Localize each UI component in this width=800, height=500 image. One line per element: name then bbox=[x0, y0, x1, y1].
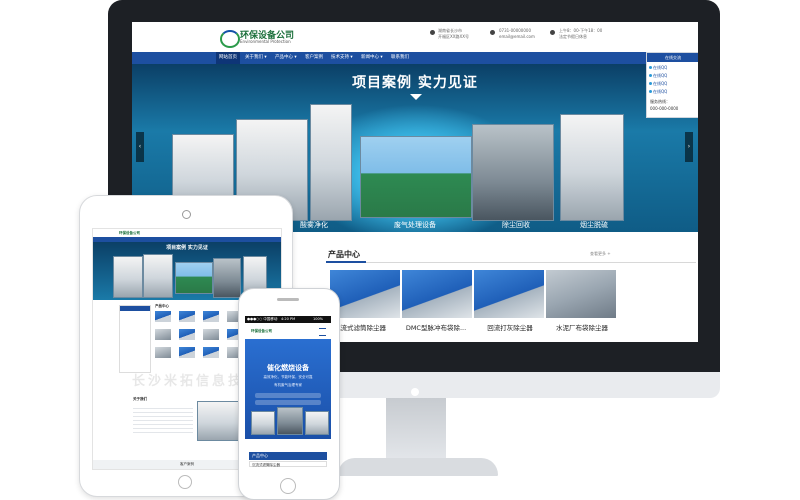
phone-product-row[interactable]: 沉流式滤筒除尘器 bbox=[249, 461, 327, 467]
tablet-camera bbox=[182, 210, 191, 219]
phone-logo[interactable]: 环保设备公司 bbox=[251, 329, 272, 334]
tablet-product-thumb[interactable] bbox=[179, 311, 195, 322]
product-image-4[interactable] bbox=[546, 270, 616, 318]
phone-hero-photo bbox=[251, 411, 275, 435]
hero-caption-4: 烟尘脱硫 bbox=[580, 221, 608, 229]
tablet-hero-photo bbox=[143, 254, 173, 298]
tablet-product-thumb[interactable] bbox=[203, 347, 219, 358]
tablet-product-thumb[interactable] bbox=[203, 311, 219, 322]
tablet-hero-photo bbox=[213, 258, 241, 298]
logo-subtext: Environmental Protection bbox=[240, 39, 291, 44]
location-icon bbox=[430, 30, 435, 35]
tablet-product-thumb[interactable] bbox=[155, 329, 171, 340]
tablet-product-thumb[interactable] bbox=[155, 311, 171, 322]
nav-support[interactable]: 技术支持 ▾ bbox=[328, 52, 356, 64]
service-hotline: 000-000-0000 bbox=[650, 106, 679, 111]
product-name-4[interactable]: 水泥厂布袋除尘器 bbox=[542, 322, 622, 332]
hero-photo-column bbox=[310, 104, 352, 221]
hero-photo-desulfurizer bbox=[560, 114, 624, 221]
service-qq-4[interactable]: 在线QQ bbox=[653, 89, 667, 95]
header-hours-line2: 法定节假日休息 bbox=[559, 34, 587, 39]
service-hotline-label: 服务热线： bbox=[650, 99, 670, 104]
tablet-hero-photo bbox=[113, 256, 143, 298]
site-header: 环保设备公司 Environmental Protection 湖南省长沙市 开… bbox=[132, 22, 698, 52]
qq-icon bbox=[649, 74, 652, 77]
tablet-product-thumb[interactable] bbox=[179, 329, 195, 340]
header-email[interactable]: email@email.com bbox=[499, 34, 535, 40]
menu-icon[interactable] bbox=[319, 328, 326, 336]
tablet-product-thumb[interactable] bbox=[179, 347, 195, 358]
tablet-about-title: 关于我们 bbox=[133, 397, 147, 401]
main-nav: 网站首页 关于我们 ▾ 产品中心 ▾ 客户案例 技术支持 ▾ 新闻中心 ▾ 联系… bbox=[132, 52, 698, 64]
product-center-title: 产品中心 bbox=[328, 250, 360, 259]
phone-carrier: ●●●○○ 中国移动 bbox=[247, 317, 278, 321]
hero-next-button[interactable]: › bbox=[685, 132, 693, 162]
phone-time: 4:20 PM bbox=[281, 317, 296, 321]
section-divider bbox=[326, 262, 696, 263]
calendar-icon bbox=[550, 30, 555, 35]
tablet-about-text bbox=[133, 405, 193, 435]
phone-hero-bar bbox=[255, 393, 321, 398]
service-title: 在线交流 bbox=[647, 53, 698, 62]
phone-product-header[interactable]: 产品中心 bbox=[249, 452, 327, 460]
nav-about[interactable]: 关于我们 ▾ bbox=[242, 52, 270, 64]
phone-hero-photo bbox=[277, 407, 303, 435]
phone-speaker bbox=[277, 298, 299, 301]
nav-products[interactable]: 产品中心 ▾ bbox=[272, 52, 300, 64]
tablet-product-thumb[interactable] bbox=[203, 329, 219, 340]
tablet-header: 环保设备公司 bbox=[93, 229, 281, 237]
phone-hero-bar bbox=[255, 400, 321, 405]
product-image-3[interactable] bbox=[474, 270, 544, 318]
phone-icon bbox=[490, 30, 495, 35]
monitor-stand-neck bbox=[386, 398, 446, 460]
nav-cases[interactable]: 客户案例 bbox=[302, 52, 326, 64]
product-image-1[interactable] bbox=[330, 270, 400, 318]
tablet-hero-title: 项目案例 实力见证 bbox=[166, 245, 208, 251]
qq-icon bbox=[649, 66, 652, 69]
qq-icon bbox=[649, 90, 652, 93]
tablet-sidebar bbox=[119, 305, 151, 373]
section-divider-accent bbox=[326, 261, 366, 263]
nav-home[interactable]: 网站首页 bbox=[216, 52, 240, 64]
hero-photo-cyclones bbox=[360, 136, 472, 218]
hero-prev-button[interactable]: ‹ bbox=[136, 132, 144, 162]
nav-contact[interactable]: 联系我们 bbox=[388, 52, 412, 64]
phone-battery: 100% bbox=[313, 317, 324, 321]
product-image-2[interactable] bbox=[402, 270, 472, 318]
hero-title: 项目案例 实力见证 bbox=[352, 75, 478, 91]
phone-header: 环保设备公司 bbox=[245, 323, 331, 339]
product-name-2[interactable]: DMC型脉冲布袋除... bbox=[396, 322, 476, 332]
phone-hero-subtitle: 高效净化，节能环保，安全可靠 bbox=[263, 375, 313, 379]
tablet-section-title: 产品中心 bbox=[155, 304, 169, 308]
monitor-power-light bbox=[411, 388, 419, 396]
hero-caption-1: 酸雾净化 bbox=[300, 221, 328, 229]
header-address-line2: 开福区XX路XX号 bbox=[438, 34, 469, 39]
logo-icon[interactable] bbox=[220, 30, 240, 48]
service-qq-3[interactable]: 在线QQ bbox=[653, 81, 667, 87]
phone-hero-photo bbox=[305, 411, 329, 435]
phone-hero[interactable]: 催化燃烧设备 高效净化，节能环保，安全可靠 有机废气治理专家 bbox=[245, 339, 331, 439]
product-more-link[interactable]: 查看更多 + bbox=[590, 251, 611, 257]
tablet-product-thumb[interactable] bbox=[155, 347, 171, 358]
service-qq-2[interactable]: 在线QQ bbox=[653, 73, 667, 79]
phone-hero-tagline: 有机废气治理专家 bbox=[274, 383, 302, 387]
tablet-hero-photo bbox=[175, 262, 213, 294]
phone-site-screen: ●●●○○ 中国移动 4:20 PM 100% 环保设备公司 催化燃烧设备 高效… bbox=[245, 316, 331, 470]
nav-news[interactable]: 新闻中心 ▾ bbox=[358, 52, 386, 64]
tablet-sidebar-header bbox=[120, 306, 150, 311]
online-service-panel: 在线交流 在线QQ 在线QQ 在线QQ 在线QQ 服务热线： 000-000-0… bbox=[646, 52, 698, 118]
monitor-stand-base bbox=[338, 458, 498, 476]
hero-photo-baghouse bbox=[472, 124, 554, 221]
phone-status-bar: ●●●○○ 中国移动 4:20 PM 100% bbox=[245, 316, 331, 323]
product-name-3[interactable]: 回流打灰除尘器 bbox=[470, 322, 550, 332]
hero-caption-2: 废气处理设备 bbox=[394, 221, 436, 229]
tablet-home-button bbox=[178, 475, 192, 489]
hero-down-arrow-icon bbox=[410, 94, 422, 100]
phone-home-button bbox=[280, 478, 296, 494]
tablet-logo[interactable]: 环保设备公司 bbox=[119, 231, 140, 236]
qq-icon bbox=[649, 82, 652, 85]
phone-hero-title: 催化燃烧设备 bbox=[267, 364, 309, 372]
service-qq-1[interactable]: 在线QQ bbox=[653, 65, 667, 71]
hero-caption-3: 除尘回收 bbox=[502, 221, 530, 229]
